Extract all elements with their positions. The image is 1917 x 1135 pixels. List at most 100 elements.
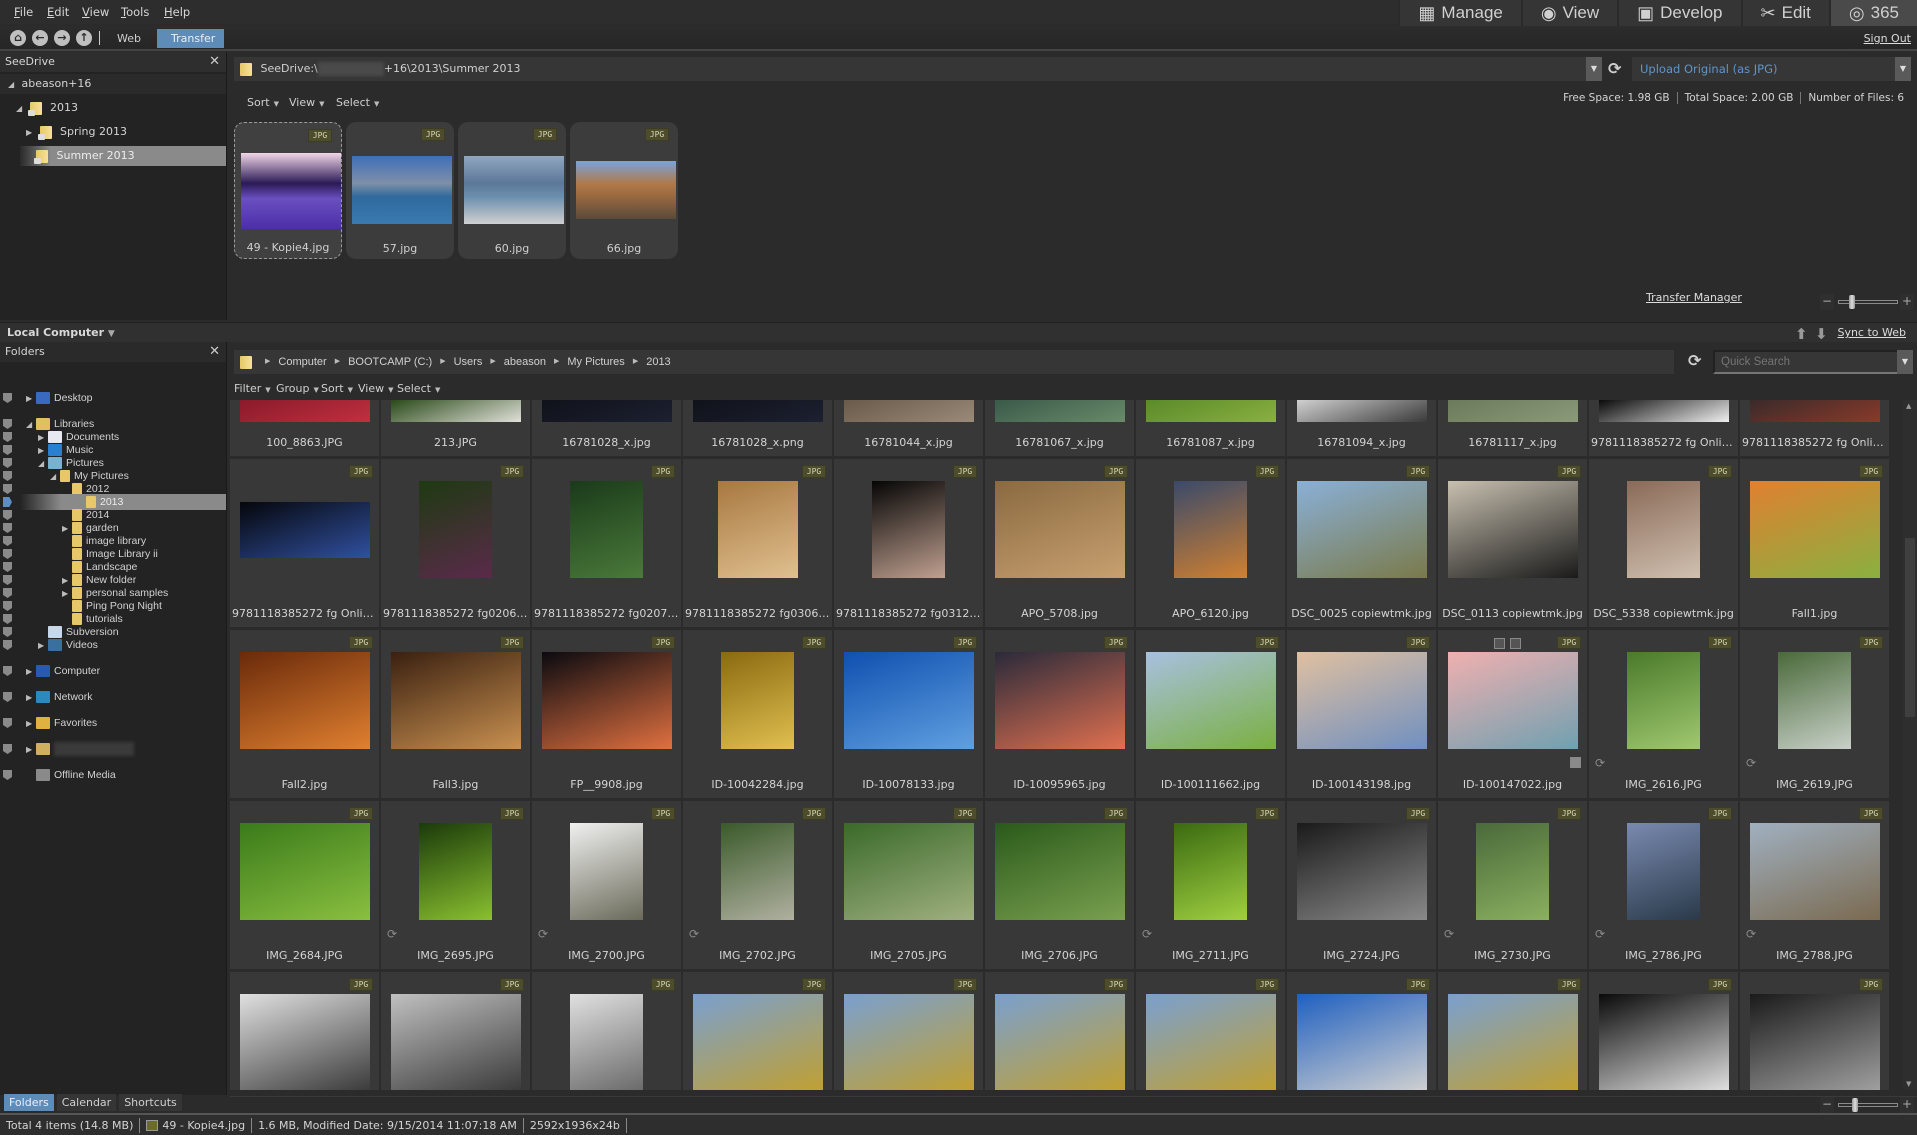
- collapsed-arrow-icon[interactable]: ▶: [26, 690, 36, 706]
- thumbnail-cell[interactable]: JPG ID-100111662.jpg: [1136, 630, 1285, 798]
- folder-tree-item[interactable]: ▶ Computer: [26, 663, 100, 679]
- breadcrumb-item[interactable]: Users: [454, 356, 483, 368]
- pin-icon[interactable]: [3, 471, 12, 481]
- thumbnail-cell[interactable]: 9781118385272 fg Online 0...: [1589, 400, 1738, 456]
- menu-edit[interactable]: Edit: [47, 5, 69, 19]
- thumbnail-cell[interactable]: JPG ⟳ IMG_2700.JPG: [532, 801, 681, 969]
- expanded-arrow-icon[interactable]: ◢: [38, 456, 48, 472]
- pin-icon[interactable]: [3, 549, 12, 559]
- seedrive-file-thumbnail[interactable]: JPG 66.jpg: [570, 122, 678, 259]
- select-checkbox[interactable]: [1494, 638, 1505, 649]
- folder-tree-item[interactable]: ▶: [26, 741, 134, 757]
- breadcrumb-item[interactable]: abeason: [504, 356, 546, 368]
- folder-tree-item[interactable]: Offline Media: [26, 767, 116, 783]
- home-button[interactable]: ⌂: [10, 30, 26, 46]
- group-menu[interactable]: Group ▼: [276, 382, 319, 395]
- thumbnail-cell[interactable]: JPG DSC_0025 copiewtmk.jpg: [1287, 459, 1436, 627]
- forward-button[interactable]: →: [54, 30, 70, 46]
- tree-item-summer-2013[interactable]: Summer 2013: [20, 146, 226, 166]
- breadcrumb-item[interactable]: 2013: [646, 356, 670, 368]
- breadcrumb-separator-icon[interactable]: ▶: [554, 358, 559, 365]
- tab-web[interactable]: Web: [103, 29, 155, 48]
- folder-tree-item[interactable]: ▶ Network: [26, 689, 93, 705]
- collapsed-arrow-icon[interactable]: ▶: [26, 664, 36, 680]
- thumbnail-cell[interactable]: JPG ⟳ IMG_2786.JPG: [1589, 801, 1738, 969]
- tree-item-account[interactable]: ◢ abeason+16: [0, 74, 226, 94]
- thumbnail-cell[interactable]: 16781067_x.jpg: [985, 400, 1134, 456]
- back-button[interactable]: ←: [32, 30, 48, 46]
- zoom-out-icon[interactable]: −: [1820, 294, 1834, 310]
- view-menu[interactable]: View ▼: [358, 382, 394, 395]
- thumbnail-cell[interactable]: JPG: [1438, 972, 1587, 1090]
- tree-item-spring-2013[interactable]: ▶ Spring 2013: [0, 122, 226, 142]
- thumbnail-cell[interactable]: JPG ID-100147022.jpg: [1438, 630, 1587, 798]
- thumbnail-cell[interactable]: JPG: [381, 972, 530, 1090]
- thumbnail-cell[interactable]: JPG ID-10095965.jpg: [985, 630, 1134, 798]
- pin-icon[interactable]: [3, 627, 12, 637]
- menu-file[interactable]: File: [14, 5, 33, 19]
- mode-tab-365[interactable]: ◎ 365: [1828, 0, 1917, 26]
- pin-icon[interactable]: [3, 666, 12, 676]
- sort-menu[interactable]: Sort ▼: [247, 96, 279, 109]
- close-icon[interactable]: ✕: [209, 52, 220, 72]
- thumbnail-cell[interactable]: 100_8863.JPG: [230, 400, 379, 456]
- expanded-arrow-icon[interactable]: ◢: [50, 469, 60, 485]
- mode-tab-manage[interactable]: ▦ Manage: [1398, 0, 1521, 26]
- thumbnail-cell[interactable]: JPG: [985, 972, 1134, 1090]
- breadcrumb-separator-icon[interactable]: ▶: [633, 358, 638, 365]
- expanded-arrow-icon[interactable]: ◢: [26, 417, 36, 433]
- pin-icon[interactable]: [3, 393, 12, 403]
- thumbnail-cell[interactable]: JPG ⟳ IMG_2730.JPG: [1438, 801, 1587, 969]
- thumbnail-cell[interactable]: JPG DSC_0113 copiewtmk.jpg: [1438, 459, 1587, 627]
- pin-icon[interactable]: [3, 458, 12, 468]
- thumbnail-cell[interactable]: JPG ID-100143198.jpg: [1287, 630, 1436, 798]
- pin-icon[interactable]: [3, 432, 12, 442]
- thumbnail-cell[interactable]: JPG: [683, 972, 832, 1090]
- tree-item-2013[interactable]: ◢ 2013: [0, 98, 226, 118]
- collapsed-arrow-icon[interactable]: ▶: [26, 742, 36, 758]
- thumbnail-cell[interactable]: 16781117_x.jpg: [1438, 400, 1587, 456]
- breadcrumb[interactable]: ▶ Computer ▶ BOOTCAMP (C:) ▶ Users ▶ abeason ▶ My…: [234, 350, 1674, 374]
- thumbnail-cell[interactable]: JPG DSC_5338 copiewtmk.jpg: [1589, 459, 1738, 627]
- tab-transfer[interactable]: Transfer: [157, 29, 224, 48]
- thumbnail-cell[interactable]: JPG 9781118385272 fg0312.jpg: [834, 459, 983, 627]
- seedrive-file-thumbnail[interactable]: JPG 60.jpg: [458, 122, 566, 259]
- pin-icon[interactable]: [3, 510, 12, 520]
- pin-icon[interactable]: [3, 614, 12, 624]
- thumbnail-cell[interactable]: JPG FP__9908.jpg: [532, 630, 681, 798]
- pin-icon[interactable]: [3, 536, 12, 546]
- thumbnail-cell[interactable]: JPG ⟳ IMG_2619.JPG: [1740, 630, 1889, 798]
- edit-icon[interactable]: [1510, 638, 1521, 649]
- thumbnail-cell[interactable]: JPG: [532, 972, 681, 1090]
- scroll-down-icon[interactable]: ▼: [1906, 1080, 1911, 1088]
- thumbnail-cell[interactable]: JPG Fall1.jpg: [1740, 459, 1889, 627]
- thumbnail-cell[interactable]: JPG Fall2.jpg: [230, 630, 379, 798]
- thumbnail-cell[interactable]: 16781044_x.jpg: [834, 400, 983, 456]
- thumbnail-cell[interactable]: JPG ⟳ IMG_2702.JPG: [683, 801, 832, 969]
- thumbnail-cell[interactable]: JPG 9781118385272 fg0306.jpg: [683, 459, 832, 627]
- thumbnail-cell[interactable]: 16781028_x.jpg: [532, 400, 681, 456]
- thumbnail-cell[interactable]: JPG: [1287, 972, 1436, 1090]
- menu-tools[interactable]: Tools: [121, 5, 149, 19]
- pin-icon[interactable]: [3, 588, 12, 598]
- thumbnail-cell[interactable]: JPG ID-10078133.jpg: [834, 630, 983, 798]
- pin-icon[interactable]: [3, 744, 12, 754]
- filter-menu[interactable]: Filter ▼: [234, 382, 271, 395]
- zoom-in-icon[interactable]: +: [1900, 294, 1914, 310]
- folder-tree-item[interactable]: ▶ Desktop: [26, 390, 93, 406]
- thumbnail-cell[interactable]: JPG: [1740, 972, 1889, 1090]
- breadcrumb-item[interactable]: BOOTCAMP (C:): [348, 356, 432, 368]
- local-computer-menu[interactable]: Local Computer ▼: [7, 326, 115, 339]
- tab-folders[interactable]: Folders: [4, 1094, 54, 1111]
- thumbnail-cell[interactable]: JPG IMG_2705.JPG: [834, 801, 983, 969]
- thumbnail-cell[interactable]: JPG ⟳ IMG_2711.JPG: [1136, 801, 1285, 969]
- thumbnail-cell[interactable]: JPG 9781118385272 fg Online 1...: [230, 459, 379, 627]
- quick-search-input[interactable]: [1713, 350, 1913, 374]
- transfer-manager-link[interactable]: Transfer Manager: [1646, 291, 1742, 304]
- thumbnail-cell[interactable]: JPG ⟳ IMG_2788.JPG: [1740, 801, 1889, 969]
- pin-icon[interactable]: [3, 575, 12, 585]
- thumbnail-cell[interactable]: 16781094_x.jpg: [1287, 400, 1436, 456]
- mode-tab-edit[interactable]: ✂ Edit: [1740, 0, 1829, 26]
- thumbnail-cell[interactable]: JPG IMG_2684.JPG: [230, 801, 379, 969]
- pin-icon[interactable]: [3, 601, 12, 611]
